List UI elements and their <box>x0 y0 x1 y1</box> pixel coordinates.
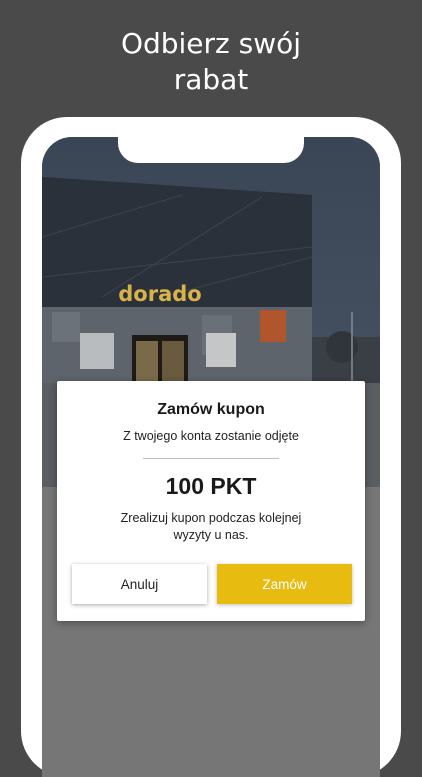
dialog-note-line-2: wyzyty u nas. <box>173 528 249 542</box>
store-sign: dorado <box>118 282 201 306</box>
window-poster-left <box>80 333 114 369</box>
dialog-title: Zamów kupon <box>157 401 265 418</box>
dialog-note-line-1: Zrealizuj kupon podczas kolejnej <box>120 511 302 525</box>
dialog-note: Zrealizuj kupon podczas kolejnej wyzyty … <box>97 510 325 544</box>
promo-headline: Odbierz swój rabat <box>0 26 422 98</box>
headline-line-2: rabat <box>173 63 249 96</box>
dialog-divider <box>143 458 279 459</box>
dialog-subtitle: Z twojego konta zostanie odjęte <box>123 429 299 443</box>
order-button[interactable]: Zamów <box>217 564 352 604</box>
order-coupon-dialog: Zamów kupon Z twojego konta zostanie odj… <box>57 381 365 621</box>
headline-line-1: Odbierz swój <box>120 27 302 60</box>
phone-notch <box>118 137 304 163</box>
points-amount: 100 PKT <box>165 473 257 499</box>
orange-panel <box>260 310 286 342</box>
cancel-button[interactable]: Anuluj <box>72 564 207 604</box>
window-poster-right <box>206 333 236 367</box>
